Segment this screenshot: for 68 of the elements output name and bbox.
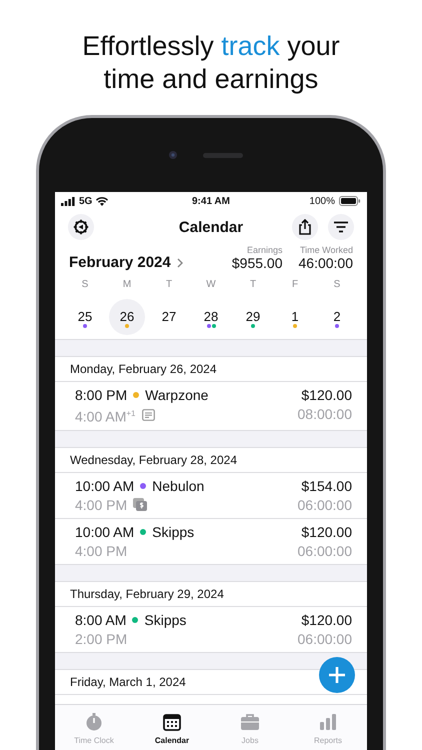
shift-row[interactable]: 8:00 AM Skipps $120.00 2:00 PM 06:00:00 xyxy=(55,606,367,653)
weekday-label: M xyxy=(122,278,132,290)
share-icon xyxy=(298,219,312,235)
filter-icon xyxy=(334,221,348,233)
stat-label: Time Worked xyxy=(300,245,353,255)
shift-amount: $154.00 xyxy=(300,476,352,495)
chevron-right-icon xyxy=(176,258,183,268)
shift-row[interactable]: 10:00 AM Skipps $120.00 4:00 PM 06:00:00 xyxy=(55,518,367,565)
wifi-icon xyxy=(96,196,108,206)
status-time: 9:41 AM xyxy=(192,196,230,206)
end-time: 2:00 PM xyxy=(75,630,128,648)
battery-percent: 100% xyxy=(309,196,335,206)
day-button[interactable]: 28 xyxy=(193,298,229,334)
signal-icon xyxy=(61,196,75,206)
shift-row[interactable]: 8:00 PM Warpzone $120.00 4:00 AM$^{+1}$ 08:00:00 xyxy=(55,382,367,431)
day-button[interactable]: 2 xyxy=(319,298,355,334)
start-time: 8:00 PM xyxy=(75,386,128,404)
filter-button[interactable] xyxy=(328,214,354,240)
battery-icon xyxy=(339,196,361,206)
job-name: Skipps xyxy=(152,522,194,541)
day-button[interactable]: 25 xyxy=(67,298,103,334)
screen-title: Calendar xyxy=(178,218,244,236)
speaker-icon xyxy=(203,152,243,158)
job-name: Skipps xyxy=(144,610,186,629)
shift-duration: 06:00:00 xyxy=(298,630,352,648)
day-button[interactable]: 26 xyxy=(109,298,145,334)
end-time: 4:00 PM xyxy=(75,496,128,514)
start-time: 10:00 AM xyxy=(75,522,134,541)
stat-value: $955.00 xyxy=(232,255,282,271)
section-date: Wednesday, February 28, 2024 xyxy=(55,446,367,473)
plus-icon xyxy=(328,666,346,684)
shift-duration: 08:00:00 xyxy=(298,405,352,424)
weekday-label: S xyxy=(334,278,340,290)
day-button[interactable]: 27 xyxy=(151,298,187,334)
shift-amount: $120.00 xyxy=(300,610,352,629)
shift-row[interactable]: 10:00 AM Nebulon $154.00 4:00 PM 06:00:00 xyxy=(55,472,367,519)
shift-duration: 06:00:00 xyxy=(298,496,352,514)
section-date: Thursday, February 29, 2024 xyxy=(55,580,367,607)
weekday-label: S xyxy=(82,278,88,290)
section-date: Friday, March 1, 2024 xyxy=(55,668,367,695)
share-button[interactable] xyxy=(292,214,318,240)
note-icon xyxy=(142,409,154,422)
headline: Effortlessly track your time and earnings xyxy=(82,30,340,96)
weekday-label: T xyxy=(166,278,172,290)
end-time: 4:00 AM$^{+1}$ xyxy=(75,408,136,426)
weekday-label: T xyxy=(250,278,256,290)
stat-label: Earnings xyxy=(246,245,282,255)
month-selector[interactable]: February 2024 xyxy=(69,254,183,271)
cash-icon xyxy=(133,498,148,512)
camera-icon xyxy=(169,151,177,159)
end-time: 4:00 PM xyxy=(75,542,128,560)
settings-button[interactable] xyxy=(68,214,94,240)
stat-value: 46:00:00 xyxy=(298,255,353,271)
start-time: 8:00 AM xyxy=(75,610,126,629)
weekday-label: W xyxy=(206,278,216,290)
weekday-label: F xyxy=(292,278,298,290)
settings-icon xyxy=(73,219,89,235)
job-name: Nebulon xyxy=(152,476,204,495)
shift-duration: 06:00:00 xyxy=(298,542,352,560)
day-button[interactable]: 29 xyxy=(235,298,271,334)
tab-item[interactable]: Calendar xyxy=(133,705,211,750)
section-date: Monday, February 26, 2024 xyxy=(55,356,367,382)
network-label: 5G xyxy=(79,196,92,206)
job-name: Warpzone xyxy=(145,386,208,404)
start-time: 10:00 AM xyxy=(75,476,134,495)
shift-amount: $120.00 xyxy=(300,522,352,541)
day-button[interactable]: 1 xyxy=(277,298,313,334)
shift-amount: $120.00 xyxy=(300,386,352,404)
